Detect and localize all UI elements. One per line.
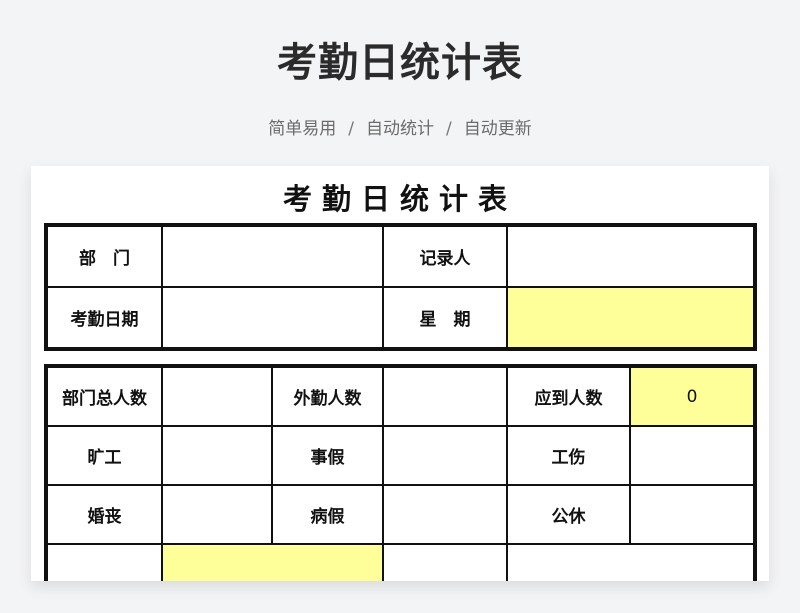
label-recorder: 记录人: [382, 225, 508, 288]
dept-total-cell[interactable]: [161, 366, 273, 427]
table-row: 部门总人数 外勤人数 应到人数 0: [46, 366, 755, 427]
label-absent: 旷工: [46, 425, 163, 486]
label-weekday: 星 期: [382, 286, 508, 349]
absent-cell[interactable]: [161, 425, 273, 486]
marriage-funeral-cell[interactable]: [161, 484, 273, 545]
work-injury-cell[interactable]: [629, 425, 755, 486]
label-public-holiday: 公休: [506, 484, 631, 545]
feature-tagline: 简单易用 / 自动统计 / 自动更新: [0, 114, 800, 139]
page-title: 考勤日统计表: [277, 40, 523, 86]
table-row: 考勤日期 星 期: [46, 286, 755, 349]
field-staff-cell[interactable]: [382, 366, 508, 427]
stats-table: 部门总人数 外勤人数 应到人数 0 旷工 事假 工伤 婚丧 病假 公休: [44, 364, 757, 581]
label-expected: 应到人数: [506, 366, 631, 427]
attendance-date-cell[interactable]: [161, 286, 384, 349]
sheet-title: 考勤日统计表: [282, 182, 517, 216]
recorder-cell[interactable]: [506, 225, 755, 288]
value-cell[interactable]: [506, 543, 755, 581]
table-row: 旷工 事假 工伤: [46, 425, 755, 486]
table-row: [46, 543, 755, 581]
highlight-cell[interactable]: [161, 543, 384, 581]
label-dept-total: 部门总人数: [46, 366, 163, 427]
table-row: 婚丧 病假 公休: [46, 484, 755, 545]
sheet-preview-card: 考勤日统计表 部 门 记录人 考勤日期 星 期 部门总人数 外勤人数 应到人数: [31, 166, 769, 581]
label-cell: [382, 543, 508, 581]
personal-leave-cell[interactable]: [382, 425, 508, 486]
label-attendance-date: 考勤日期: [46, 286, 163, 349]
separator: /: [446, 119, 452, 139]
header-info-table: 部 门 记录人 考勤日期 星 期: [44, 223, 757, 351]
feature-easy: 简单易用: [268, 119, 337, 139]
label-department: 部 门: [46, 225, 163, 288]
label-personal-leave: 事假: [271, 425, 384, 486]
table-row: 部 门 记录人: [46, 225, 755, 288]
public-holiday-cell[interactable]: [629, 484, 755, 545]
label-cell: [46, 543, 163, 581]
separator: /: [348, 119, 354, 139]
label-sick-leave: 病假: [271, 484, 384, 545]
feature-auto-stats: 自动统计: [366, 119, 434, 139]
department-cell[interactable]: [161, 225, 384, 288]
label-field-staff: 外勤人数: [271, 366, 384, 427]
expected-cell[interactable]: 0: [629, 366, 755, 427]
weekday-cell[interactable]: [506, 286, 755, 349]
label-work-injury: 工伤: [506, 425, 631, 486]
feature-auto-update: 自动更新: [463, 119, 532, 139]
sick-leave-cell[interactable]: [382, 484, 508, 545]
label-marriage-funeral: 婚丧: [46, 484, 163, 545]
